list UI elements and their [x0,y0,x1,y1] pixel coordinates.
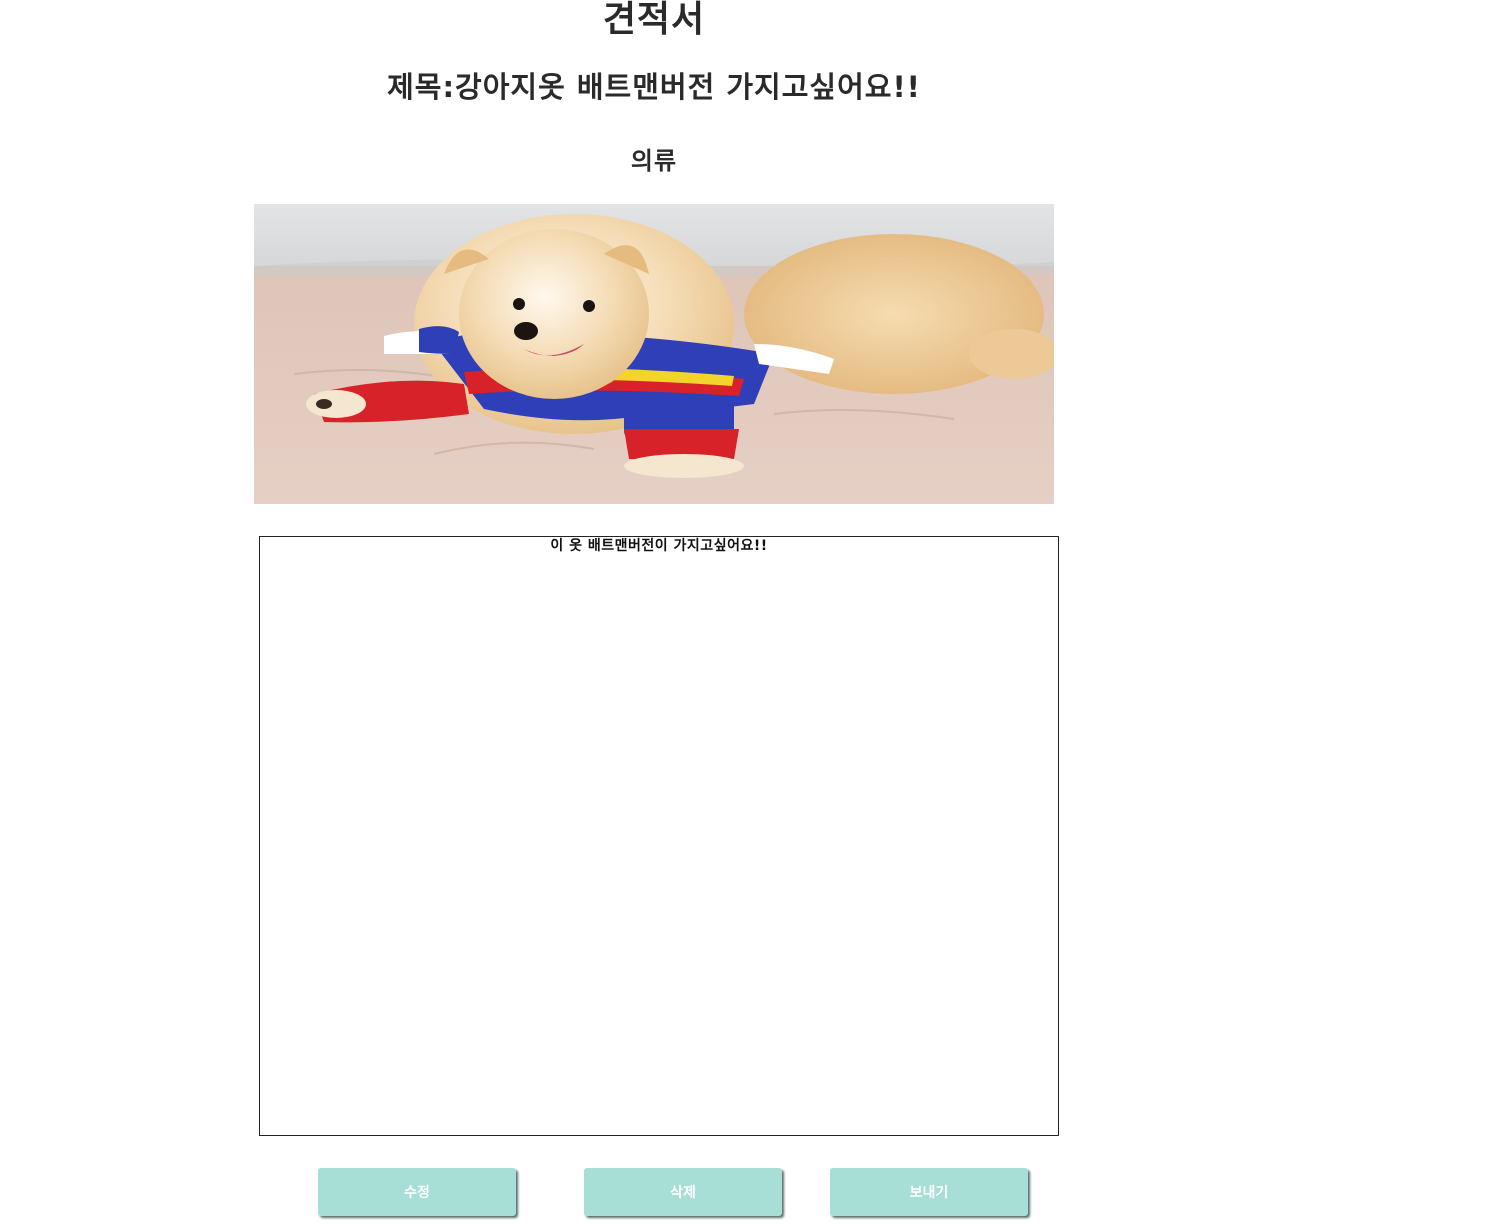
edit-button[interactable]: 수정 [318,1168,516,1216]
post-title: 제목:강아지옷 배트맨버전 가지고싶어요!! [387,70,921,104]
document-title: 견적서 [602,0,706,40]
send-button[interactable]: 보내기 [830,1168,1028,1216]
delete-button[interactable]: 삭제 [584,1168,782,1216]
category-label: 의류 [630,147,678,175]
content-text: 이 옷 배트맨버전이 가지고싶어요!! [550,538,768,554]
product-photo [254,204,1054,504]
content-textbox[interactable]: 이 옷 배트맨버전이 가지고싶어요!! [259,536,1059,1136]
